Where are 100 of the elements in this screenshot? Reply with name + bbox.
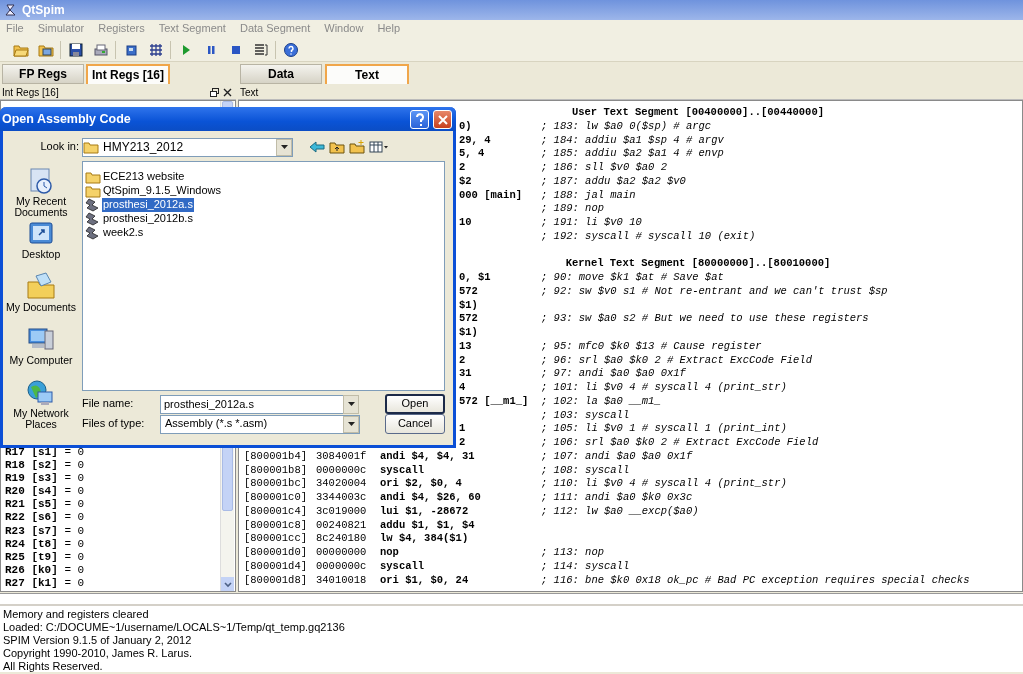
documents-icon [26, 272, 56, 302]
source-comment: ; 116: bne $k0 0x18 ok_pc # Bad PC exception requires special checks [541, 573, 970, 588]
look-in-dropdown[interactable]: HMY213_2012 [82, 137, 293, 157]
machine-code: 00240821 [316, 518, 368, 533]
help-icon[interactable] [282, 41, 299, 58]
message-line: Loaded: C:/DOCUME~1/username/LOCALS~1/Temp/qt_temp.gq2136 [3, 620, 346, 634]
instruction: $1) [459, 326, 478, 338]
instruction: 5, 4 [459, 147, 485, 160]
step-icon[interactable] [252, 41, 269, 58]
instruction: 29, 4 [459, 133, 491, 146]
source-comment: ; 105: li $v0 1 # syscall 1 (print_int) [541, 422, 787, 436]
instruction: 2 [459, 436, 466, 448]
tab[interactable]: Int Regs [16] [86, 64, 170, 84]
instruction: lui $1, -28672 [380, 504, 470, 519]
tab[interactable]: Text [325, 64, 409, 84]
source-comment: ; 189: nop [541, 202, 604, 216]
source-comment: ; 97: andi $a0 $a0 0x1f [541, 367, 686, 381]
address: [800001d8] [244, 573, 308, 588]
register-line: R25 [t9] = 0 [5, 550, 86, 564]
close-icon [437, 114, 448, 125]
place-shortcut[interactable]: Desktop [4, 219, 78, 272]
instruction: 572 [459, 284, 478, 297]
register-line: R23 [s7] = 0 [5, 524, 86, 538]
file-name[interactable]: week2.s [102, 226, 145, 240]
source-comment: ; 187: addu $a2 $a2 $v0 [541, 174, 686, 189]
place-shortcut[interactable]: My Documents [4, 272, 78, 325]
file-name-field[interactable]: prosthesi_2012a.s [160, 394, 343, 414]
source-comment: ; 111: andi $a0 $k0 0x3c [541, 491, 693, 505]
view-menu-icon[interactable] [369, 140, 389, 154]
register-line: R19 [s3] = 0 [5, 472, 86, 486]
folder-icon [83, 140, 99, 154]
close-button[interactable] [433, 109, 452, 129]
instruction: nop [380, 546, 400, 560]
message-line: SPIM Version 9.1.5 of January 2, 2012 [3, 633, 193, 647]
float-icon[interactable] [210, 88, 219, 97]
grid-icon[interactable] [147, 41, 164, 58]
look-in-label: Look in: [39, 140, 79, 154]
message-line: All Rights Reserved. [3, 659, 104, 673]
file-name[interactable]: ECE213 website [102, 170, 186, 184]
new-folder-icon[interactable] [349, 140, 365, 154]
machine-code: 0000000c [316, 463, 368, 478]
help-icon [414, 113, 425, 127]
instruction: 572 [__m1_] [459, 394, 529, 407]
register-line: R20 [s4] = 0 [5, 485, 86, 499]
segment-heading: User Text Segment [00400000]..[00440000] [571, 106, 824, 118]
save-icon[interactable] [67, 41, 84, 58]
scroll-down-button[interactable] [221, 577, 234, 591]
machine-code: 34020004 [316, 477, 368, 491]
register-line: R26 [k0] = 0 [5, 563, 86, 577]
instruction: 1 [459, 422, 466, 435]
file-name[interactable]: prosthesi_2012b.s [102, 212, 194, 226]
source-comment: ; 101: li $v0 4 # syscall 4 (print_str) [541, 381, 787, 395]
tab[interactable]: Data [240, 64, 322, 84]
machine-code: 3084001f [316, 449, 368, 464]
register-line: R22 [s6] = 0 [5, 511, 86, 525]
source-comment: ; 103: syscall [541, 408, 630, 423]
instruction: $2 [459, 174, 472, 187]
tab[interactable]: FP Regs [2, 64, 84, 84]
instruction: 2 [459, 353, 466, 366]
instruction: andi $4, $4, 31 [380, 449, 476, 464]
panel-title: Int Regs [16] [2, 86, 59, 99]
print-icon[interactable] [92, 41, 109, 58]
source-comment: ; 183: lw $a0 0($sp) # argc [541, 119, 712, 134]
address: [800001c4] [244, 504, 308, 519]
source-comment: ; 93: sw $a0 s2 # But we need to use these registers [541, 312, 869, 326]
instruction: syscall [380, 559, 426, 574]
segment-heading: Kernel Text Segment [80000000]..[80010000] [565, 257, 831, 270]
file-type-field[interactable]: Assembly (*.s *.asm) [160, 414, 360, 434]
back-arrow-icon[interactable] [309, 140, 325, 154]
machine-code: 0000000c [316, 559, 368, 574]
source-comment: ; 107: andi $a0 $a0 0x1f [541, 449, 693, 464]
instruction: 4 [459, 381, 466, 393]
close-icon[interactable] [223, 88, 232, 97]
file-icon [85, 198, 101, 212]
register-line: R18 [s2] = 0 [5, 459, 86, 473]
file-name-label: File name: [82, 397, 135, 411]
instruction: 10 [459, 216, 472, 228]
file-name[interactable]: prosthesi_2012a.s [102, 198, 194, 212]
panel-title: Text [240, 86, 259, 99]
dialog-button[interactable]: Cancel [385, 414, 445, 434]
dialog-button[interactable]: Open [385, 394, 445, 414]
caret-icon [347, 402, 355, 406]
instruction: lw $4, 384($1) [380, 532, 470, 546]
source-comment: ; 113: nop [541, 546, 604, 560]
help-button[interactable] [410, 109, 429, 129]
address: [800001c0] [244, 491, 308, 505]
file-name[interactable]: QtSpim_9.1.5_Windows [102, 184, 222, 198]
file-icon [85, 212, 101, 226]
machine-code: 34010018 [316, 573, 368, 588]
file-type-label: Files of type: [82, 417, 146, 431]
file-icon [85, 226, 101, 240]
instruction: andi $4, $26, 60 [380, 491, 482, 505]
place-shortcut[interactable]: My Recent Documents [4, 166, 78, 219]
message-line: Copyright 1990-2010, James R. Larus. [3, 646, 193, 660]
machine-code: 3344003c [316, 491, 368, 505]
register-line: R24 [t8] = 0 [5, 537, 86, 551]
caret-icon [347, 422, 355, 426]
place-shortcut[interactable]: My Network Places [4, 378, 78, 431]
up-folder-icon[interactable] [329, 140, 345, 154]
place-shortcut[interactable]: My Computer [4, 325, 78, 378]
